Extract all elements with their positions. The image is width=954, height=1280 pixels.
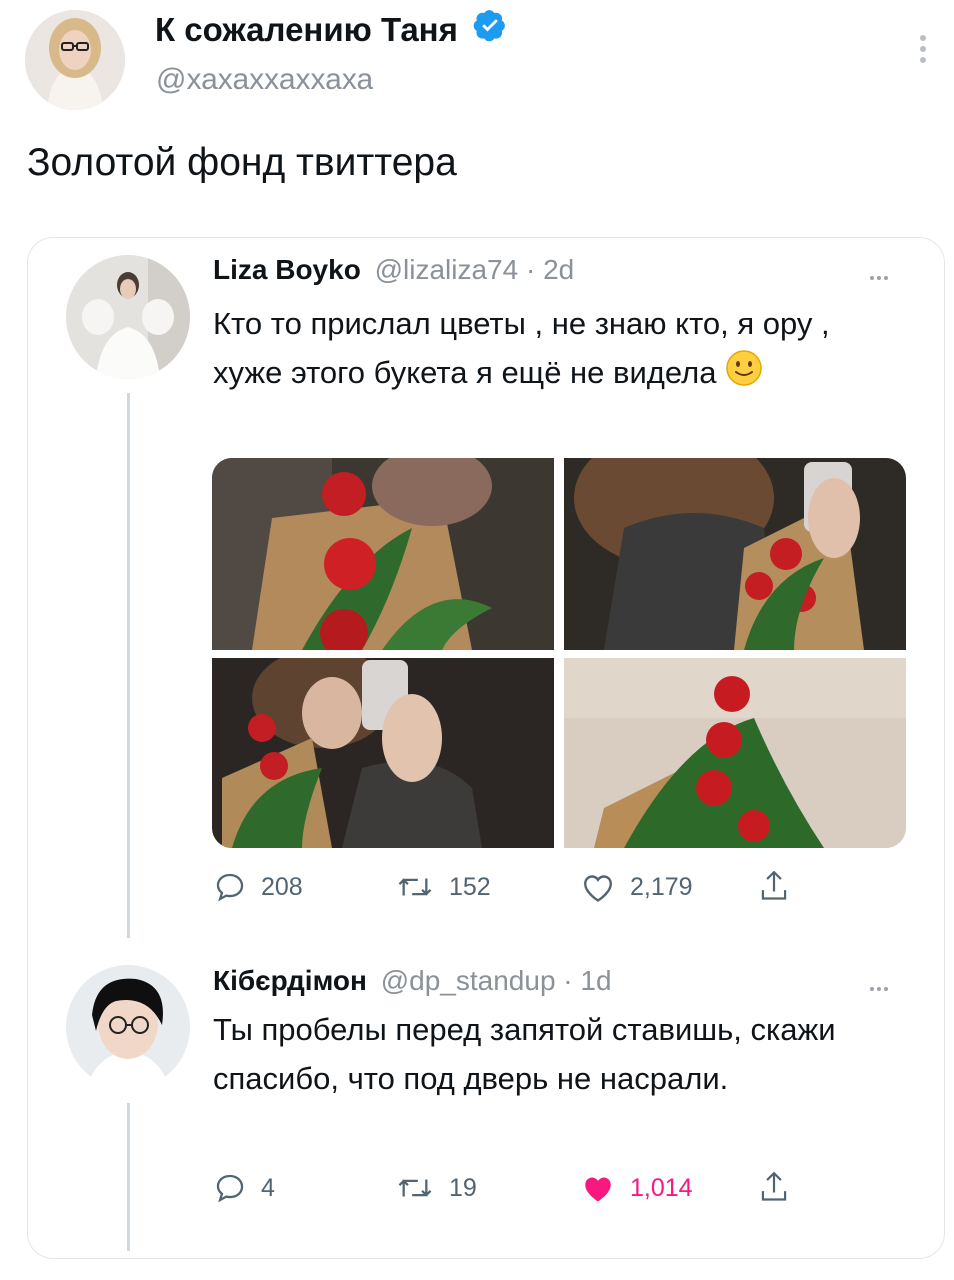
photo-3[interactable] <box>212 658 554 848</box>
slightly-smiling-face-icon <box>725 349 763 401</box>
retweet-button[interactable]: 19 <box>395 1171 477 1205</box>
reply-text: Кто то прислал цветы , не знаю кто, я ор… <box>213 299 873 401</box>
reply-author-avatar[interactable] <box>66 255 190 379</box>
verified-badge-icon <box>473 8 507 51</box>
thread-line <box>127 1103 130 1251</box>
reply-handle-time[interactable]: @lizaliza74 · 2d <box>375 254 575 285</box>
author-name[interactable]: К сожалению Таня <box>155 8 507 51</box>
photo-1[interactable] <box>212 458 554 650</box>
more-options-icon[interactable] <box>870 978 891 996</box>
author-handle[interactable]: @хахаххаххаха <box>156 62 373 98</box>
reply-header: Кібєрдімон @dp_standup · 1d <box>213 963 612 999</box>
tweet-text: Золотой фонд твиттера <box>27 141 457 184</box>
reply-author-name[interactable]: Кібєрдімон <box>213 965 367 996</box>
thread-line <box>127 393 130 938</box>
like-button[interactable]: 2,179 <box>580 870 693 904</box>
photo-4[interactable] <box>564 658 906 848</box>
reply-button[interactable]: 4 <box>213 1171 275 1205</box>
retweet-icon <box>398 1179 432 1197</box>
reply-icon <box>216 873 244 902</box>
reply-handle-time[interactable]: @dp_standup · 1d <box>381 965 612 996</box>
heart-outline-icon <box>584 875 612 902</box>
photo-2[interactable] <box>564 458 906 650</box>
more-options-icon[interactable] <box>870 267 891 285</box>
reply-count: 208 <box>261 872 303 901</box>
reply-button[interactable]: 208 <box>213 870 303 904</box>
more-options-icon[interactable] <box>920 30 926 68</box>
share-icon[interactable] <box>757 868 791 909</box>
like-count: 2,179 <box>630 872 693 901</box>
retweet-count: 19 <box>449 1173 477 1202</box>
reply-header: Liza Boyko @lizaliza74 · 2d <box>213 252 574 288</box>
retweet-count: 152 <box>449 872 491 901</box>
like-button[interactable]: 1,014 <box>580 1171 693 1205</box>
reply-text: Ты пробелы перед запятой ставишь, скажи … <box>213 1012 836 1096</box>
like-count: 1,014 <box>630 1173 693 1202</box>
reply-count: 4 <box>261 1173 275 1202</box>
share-icon[interactable] <box>757 1169 791 1210</box>
reply-author-avatar[interactable] <box>66 965 190 1089</box>
reply-icon <box>216 1174 244 1203</box>
author-name-text[interactable]: К сожалению Таня <box>155 11 458 48</box>
heart-filled-icon <box>585 1177 611 1202</box>
reply-author-name[interactable]: Liza Boyko <box>213 254 361 285</box>
retweet-icon <box>398 878 432 896</box>
retweet-button[interactable]: 152 <box>395 870 491 904</box>
author-avatar[interactable] <box>25 10 125 110</box>
